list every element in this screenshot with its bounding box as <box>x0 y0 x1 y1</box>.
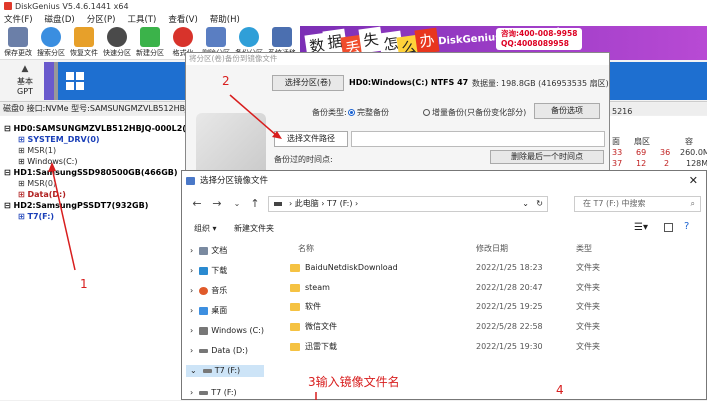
annotation-arrow-2 <box>229 94 277 136</box>
annotation-1: 1 <box>80 277 88 291</box>
annotation-4: 4 <box>556 383 564 397</box>
annotation-arrow-1 <box>51 167 76 271</box>
annotation-2: 2 <box>222 74 230 88</box>
arrowhead-icon <box>48 162 56 172</box>
annotation-3: 3输入镜像文件名 <box>308 375 400 389</box>
annotation-arrows <box>48 94 317 400</box>
